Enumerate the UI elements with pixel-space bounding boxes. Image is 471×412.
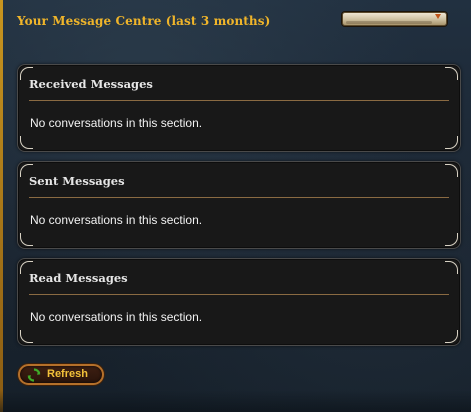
page-title: Your Message Centre (last 3 months) xyxy=(17,14,271,28)
section-title: Received Messages xyxy=(29,77,153,91)
corner-ornament xyxy=(445,330,458,343)
refresh-icon xyxy=(27,368,41,382)
corner-ornament xyxy=(20,233,33,246)
section-title: Read Messages xyxy=(29,271,128,285)
empty-state-text: No conversations in this section. xyxy=(30,213,203,227)
refresh-label: Refresh xyxy=(47,368,88,380)
corner-ornament xyxy=(445,233,458,246)
corner-ornament xyxy=(445,261,458,274)
section-title: Sent Messages xyxy=(29,174,125,188)
section-divider xyxy=(29,100,449,101)
chevron-down-icon xyxy=(435,14,441,19)
section-divider xyxy=(29,197,449,198)
empty-state-text: No conversations in this section. xyxy=(30,116,203,130)
corner-ornament xyxy=(445,136,458,149)
corner-ornament xyxy=(20,136,33,149)
corner-ornament xyxy=(445,164,458,177)
sent-messages-section: Sent Messages No conversations in this s… xyxy=(17,161,461,249)
frame-edge xyxy=(0,0,3,412)
bottom-decoration xyxy=(0,390,471,412)
refresh-button[interactable]: Refresh xyxy=(18,364,104,385)
section-divider xyxy=(29,294,449,295)
dropdown-shading xyxy=(346,21,432,24)
filter-dropdown[interactable] xyxy=(342,12,447,26)
corner-ornament xyxy=(445,67,458,80)
received-messages-section: Received Messages No conversations in th… xyxy=(17,64,461,152)
read-messages-section: Read Messages No conversations in this s… xyxy=(17,258,461,346)
empty-state-text: No conversations in this section. xyxy=(30,310,203,324)
corner-ornament xyxy=(20,330,33,343)
